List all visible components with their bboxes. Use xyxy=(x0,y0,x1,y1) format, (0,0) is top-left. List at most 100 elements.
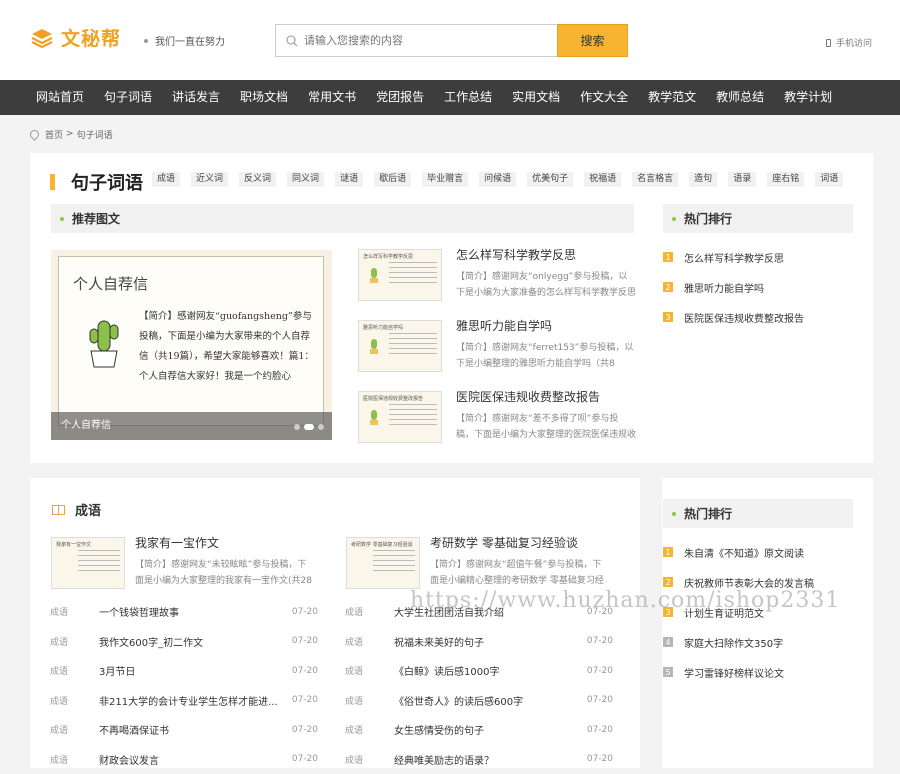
list-row[interactable]: 成语经典唯美励志的语录？07-20 xyxy=(345,745,613,774)
featured-slider[interactable]: 个人自荐信 【简介】感谢网友“guofangsheng”参与投稿，下面是小编为大… xyxy=(51,250,332,440)
row-title[interactable]: 《白鲸》读后感1000字 xyxy=(394,663,583,678)
thumbnail-title: 怎么样写科学教学反思 xyxy=(363,253,413,260)
row-title[interactable]: 不再喝酒保证书 xyxy=(99,722,288,737)
hot-ranking-item[interactable]: 1怎么样写科学教学反思 xyxy=(663,242,853,272)
nav-item-teaching-plan[interactable]: 教学计划 xyxy=(774,80,842,115)
tag-quotations[interactable]: 语录 xyxy=(728,172,756,187)
row-category[interactable]: 成语 xyxy=(345,753,394,766)
mobile-access-link[interactable]: 手机访问 xyxy=(826,36,872,49)
nav-item-sentences[interactable]: 句子词语 xyxy=(94,80,162,115)
article-item[interactable]: 雅思听力能自学吗 雅思听力能自学吗 【简介】感谢网友“ferret153”参与投… xyxy=(358,320,634,380)
tag-blessings[interactable]: 祝福语 xyxy=(584,172,621,187)
tag-antonyms[interactable]: 反义词 xyxy=(239,172,276,187)
list-row[interactable]: 成语《白鲸》读后感1000字07-20 xyxy=(345,656,613,686)
list-row[interactable]: 成语不再喝酒保证书07-20 xyxy=(50,715,318,745)
article-title[interactable]: 我家有一宝作文 xyxy=(135,534,219,551)
hot-ranking-item[interactable]: 2雅思听力能自学吗 xyxy=(663,272,853,302)
nav-item-practical[interactable]: 实用文档 xyxy=(502,80,570,115)
list-row[interactable]: 成语女生感情受伤的句子07-20 xyxy=(345,715,613,745)
row-category[interactable]: 成语 xyxy=(345,723,394,736)
row-date: 07-20 xyxy=(583,754,613,764)
row-category[interactable]: 成语 xyxy=(345,605,394,618)
row-title[interactable]: 女生感情受伤的句子 xyxy=(394,722,583,737)
article-title[interactable]: 医院医保违规收费整改报告 xyxy=(456,388,600,405)
breadcrumb-current[interactable]: 句子词语 xyxy=(77,128,113,141)
article-title[interactable]: 怎么样写科学教学反思 xyxy=(456,246,576,263)
breadcrumb-home[interactable]: 首页 xyxy=(45,128,63,141)
nav-item-speeches[interactable]: 讲话发言 xyxy=(162,80,230,115)
row-title[interactable]: 我作文600字_初二作文 xyxy=(99,634,288,649)
tag-sentence-making[interactable]: 造句 xyxy=(689,172,717,187)
row-category[interactable]: 成语 xyxy=(345,635,394,648)
tag-greetings[interactable]: 问候语 xyxy=(479,172,516,187)
nav-item-teacher-summary[interactable]: 教师总结 xyxy=(706,80,774,115)
row-category[interactable]: 成语 xyxy=(50,635,99,648)
row-category[interactable]: 成语 xyxy=(50,723,99,736)
row-category[interactable]: 成语 xyxy=(50,753,99,766)
list-row[interactable]: 成语我作文600字_初二作文07-20 xyxy=(50,627,318,657)
search-button[interactable]: 搜索 xyxy=(557,24,628,57)
row-title[interactable]: 3月节日 xyxy=(99,663,288,678)
tag-mottos[interactable]: 座右铭 xyxy=(767,172,804,187)
slider-dot[interactable] xyxy=(294,424,300,430)
slider-dot[interactable] xyxy=(318,424,324,430)
tag-synonyms[interactable]: 近义词 xyxy=(191,172,228,187)
article-thumbnail[interactable]: 我家有一宝作文 xyxy=(51,537,125,589)
list-row[interactable]: 成语一个钱袋哲理故事07-20 xyxy=(50,597,318,627)
article-title[interactable]: 考研数学 零基础复习经验谈 xyxy=(430,534,578,551)
row-title[interactable]: 非211大学的会计专业学生怎样才能进... xyxy=(99,693,288,708)
row-title[interactable]: 《俗世奇人》的读后感600字 xyxy=(394,693,583,708)
hot-ranking-title[interactable]: 雅思听力能自学吗 xyxy=(684,280,764,295)
article-thumbnail[interactable]: 雅思听力能自学吗 xyxy=(358,320,442,372)
row-title[interactable]: 经典唯美励志的语录？ xyxy=(394,752,583,767)
row-title[interactable]: 祝福未来美好的句子 xyxy=(394,634,583,649)
list-row[interactable]: 成语3月节日07-20 xyxy=(50,656,318,686)
hot-ranking-item[interactable]: 3医院医保违规收费整改报告 xyxy=(663,302,853,332)
article-item[interactable]: 医院医保违规收费整改报告 医院医保违规收费整改报告 【简介】感谢网友“差不多得了… xyxy=(358,391,634,451)
list-row[interactable]: 成语祝福未来美好的句子07-20 xyxy=(345,627,613,657)
row-title[interactable]: 财政会议发言 xyxy=(99,752,288,767)
article-thumbnail[interactable]: 医院医保违规收费整改报告 xyxy=(358,391,442,443)
hot-ranking-item[interactable]: 1朱自清《不知道》原文阅读 xyxy=(663,537,853,567)
site-logo[interactable]: 文秘帮 xyxy=(30,24,121,51)
tag-beautiful-sentences[interactable]: 优美句子 xyxy=(527,172,573,187)
chengyu-heading-text[interactable]: 成语 xyxy=(75,500,101,519)
nav-item-essays[interactable]: 作文大全 xyxy=(570,80,638,115)
nav-item-workplace[interactable]: 职场文档 xyxy=(230,80,298,115)
row-category[interactable]: 成语 xyxy=(345,694,394,707)
hot-ranking-item[interactable]: 5学习雷锋好榜样议论文 xyxy=(663,657,853,687)
hot-ranking-title[interactable]: 家庭大扫除作文350字 xyxy=(684,635,783,650)
hot-ranking-title[interactable]: 怎么样写科学教学反思 xyxy=(684,250,784,265)
row-category[interactable]: 成语 xyxy=(50,664,99,677)
hot-ranking-item[interactable]: 4家庭大扫除作文350字 xyxy=(663,627,853,657)
nav-item-teaching[interactable]: 教学范文 xyxy=(638,80,706,115)
tag-same-meaning[interactable]: 同义词 xyxy=(287,172,324,187)
search-input[interactable] xyxy=(304,34,524,47)
row-title[interactable]: 一个钱袋哲理故事 xyxy=(99,604,288,619)
slider-dot-active[interactable] xyxy=(304,424,314,430)
tag-riddles[interactable]: 谜语 xyxy=(335,172,363,187)
article-title[interactable]: 雅思听力能自学吗 xyxy=(456,317,552,334)
tag-famous-quotes[interactable]: 名言格言 xyxy=(632,172,678,187)
nav-item-work-summary[interactable]: 工作总结 xyxy=(434,80,502,115)
hot-ranking-title[interactable]: 朱自清《不知道》原文阅读 xyxy=(684,545,804,560)
nav-item-party-reports[interactable]: 党团报告 xyxy=(366,80,434,115)
row-category[interactable]: 成语 xyxy=(50,694,99,707)
tag-xiehouyu[interactable]: 歇后语 xyxy=(374,172,411,187)
tag-words[interactable]: 词语 xyxy=(815,172,843,187)
feature-article[interactable]: 我家有一宝作文 我家有一宝作文 【简介】感谢网友“未较眩眩”参与投稿，下面是小编… xyxy=(51,537,331,597)
list-row[interactable]: 成语非211大学的会计专业学生怎样才能进...07-20 xyxy=(50,686,318,716)
nav-item-documents[interactable]: 常用文书 xyxy=(298,80,366,115)
tag-chengyu[interactable]: 成语 xyxy=(152,172,180,187)
list-row[interactable]: 成语《俗世奇人》的读后感600字07-20 xyxy=(345,686,613,716)
hot-ranking-title[interactable]: 学习雷锋好榜样议论文 xyxy=(684,665,784,680)
nav-item-home[interactable]: 网站首页 xyxy=(26,80,94,115)
article-item[interactable]: 怎么样写科学教学反思 怎么样写科学教学反思 【简介】感谢网友“onlyegg”参… xyxy=(358,249,634,309)
article-thumbnail[interactable]: 考研数学 零基础复习经验谈 xyxy=(346,537,420,589)
row-category[interactable]: 成语 xyxy=(50,605,99,618)
article-thumbnail[interactable]: 怎么样写科学教学反思 xyxy=(358,249,442,301)
tag-graduation-words[interactable]: 毕业赠言 xyxy=(422,172,468,187)
row-category[interactable]: 成语 xyxy=(345,664,394,677)
list-row[interactable]: 成语财政会议发言07-20 xyxy=(50,745,318,774)
hot-ranking-title[interactable]: 医院医保违规收费整改报告 xyxy=(684,310,804,325)
